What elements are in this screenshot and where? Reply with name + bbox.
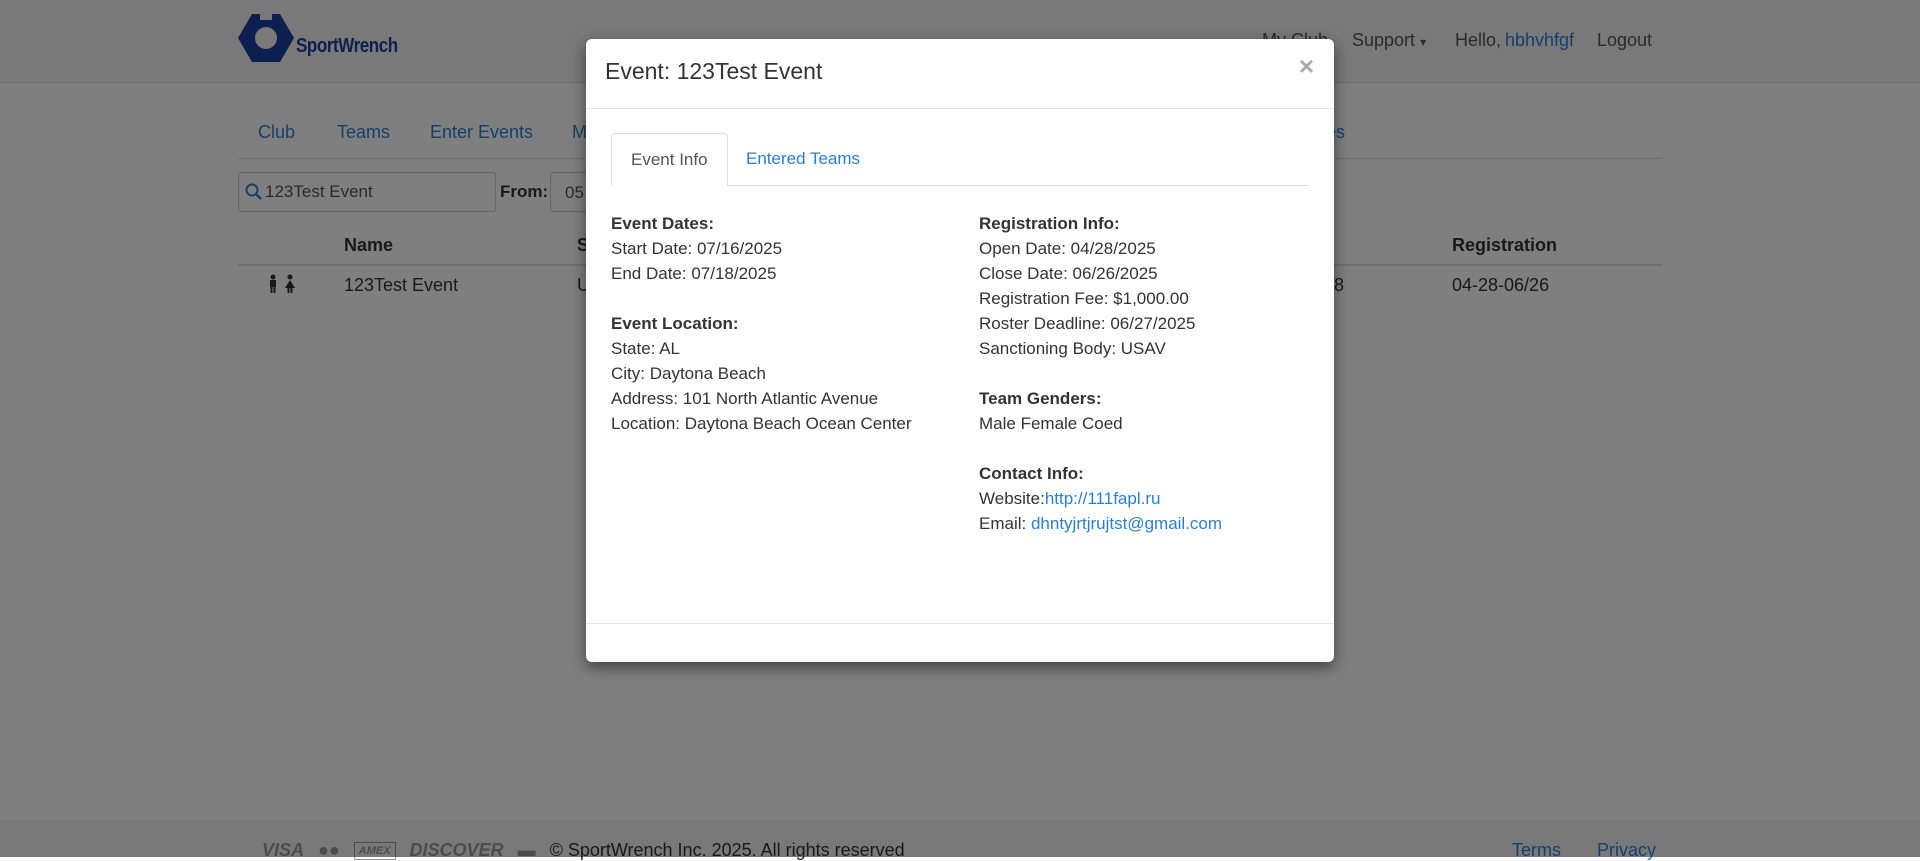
registration-fee: Registration Fee: $1,000.00 [979,289,1189,308]
city: City: Daytona Beach [611,364,766,383]
tab-entered-teams[interactable]: Entered Teams [727,133,879,185]
team-genders: Male Female Coed [979,414,1123,433]
close-date: Close Date: 06/26/2025 [979,264,1158,283]
tab-event-info[interactable]: Event Info [611,133,728,186]
registration-info-heading: Registration Info: [979,214,1120,233]
website-link[interactable]: http://111fapl.ru [1045,489,1161,508]
roster-deadline: Roster Deadline: 06/27/2025 [979,314,1196,333]
address: Address: 101 North Atlantic Avenue [611,389,879,408]
location: Location: Daytona Beach Ocean Center [611,414,912,433]
event-info-left-column: Event Dates: Start Date: 07/16/2025 End … [611,211,912,436]
email-row: Email: dhntyjrtjrujtst@gmail.com [979,511,1222,536]
website-label: Website: [979,489,1045,508]
state: State: AL [611,339,680,358]
website-row: Website:http://111fapl.ru [979,486,1222,511]
email-label: Email: [979,514,1027,533]
email-link[interactable]: dhntyjrtjrujtst@gmail.com [1031,514,1222,533]
modal-tabs: Event Info Entered Teams [611,133,1309,186]
modal-title: Event: 123Test Event [605,58,823,84]
open-date: Open Date: 04/28/2025 [979,239,1156,258]
modal-footer-divider [586,623,1334,624]
event-modal: Event: 123Test Event × Event Info Entere… [586,39,1334,662]
close-icon[interactable]: × [1299,53,1314,79]
event-dates-heading: Event Dates: [611,214,714,233]
modal-header: Event: 123Test Event × [586,39,1334,109]
event-info-right-column: Registration Info: Open Date: 04/28/2025… [979,211,1222,536]
contact-info-heading: Contact Info: [979,464,1084,483]
team-genders-heading: Team Genders: [979,389,1102,408]
event-location-heading: Event Location: [611,314,739,333]
sanctioning-body: Sanctioning Body: USAV [979,339,1166,358]
end-date: End Date: 07/18/2025 [611,264,777,283]
start-date: Start Date: 07/16/2025 [611,239,783,258]
